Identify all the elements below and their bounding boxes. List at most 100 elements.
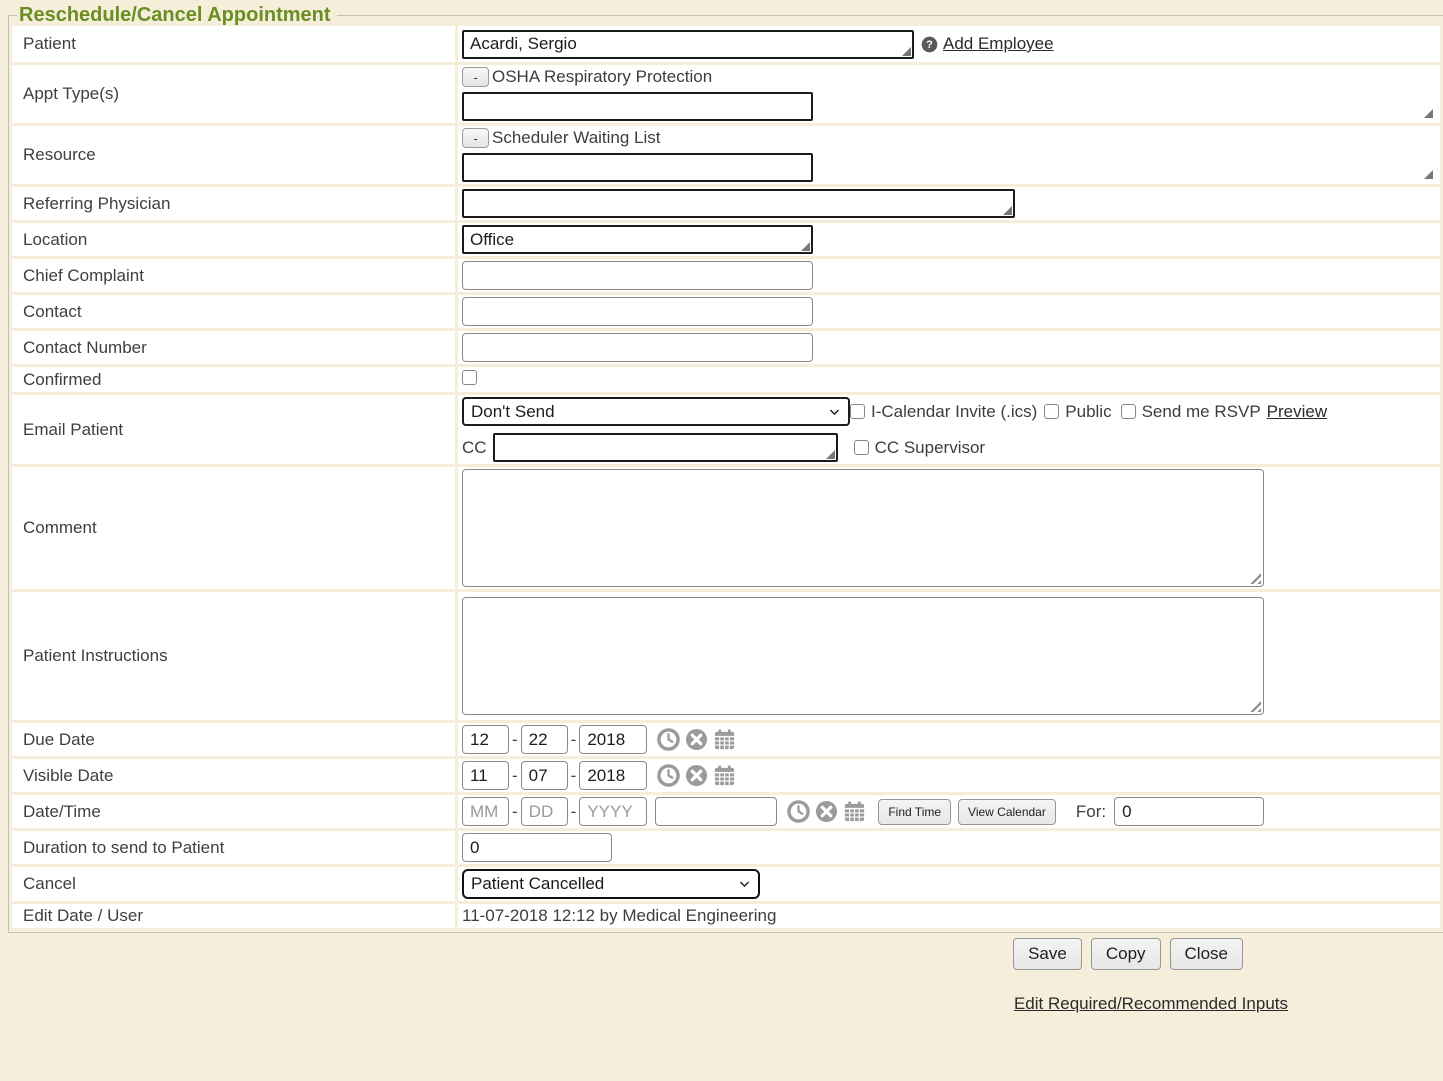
preview-link[interactable]: Preview [1267, 402, 1327, 422]
contact-number-label: Contact Number [12, 331, 455, 364]
footer-link-row: Edit Required/Recommended Inputs [0, 994, 1443, 1014]
date-separator: - [571, 766, 577, 786]
cancel-reason-select[interactable]: Patient Cancelled [462, 869, 760, 899]
comment-textarea-wrap [462, 469, 1264, 587]
form-row-referring-physician: Referring Physician [12, 187, 1440, 220]
date-time-month-input[interactable] [462, 797, 509, 826]
find-time-button[interactable]: Find Time [878, 799, 951, 825]
referring-physician-input[interactable] [462, 189, 1015, 218]
date-separator: - [512, 766, 518, 786]
duration-input[interactable] [462, 833, 612, 862]
edit-required-inputs-link[interactable]: Edit Required/Recommended Inputs [1014, 994, 1288, 1013]
add-employee-link[interactable]: Add Employee [943, 34, 1054, 54]
footer-button-bar: Save Copy Close [0, 938, 1443, 970]
date-time-day-input[interactable] [521, 797, 568, 826]
cancel-reason-selected: Patient Cancelled [471, 874, 604, 894]
chief-complaint-input[interactable] [462, 261, 813, 290]
form-row-edit-date-user: Edit Date / User 11-07-2018 12:12 by Med… [12, 904, 1440, 928]
close-button[interactable]: Close [1170, 938, 1243, 970]
clock-icon[interactable] [657, 728, 680, 751]
due-date-day-input[interactable] [521, 725, 568, 754]
cc-supervisor-label: CC Supervisor [875, 438, 986, 458]
clear-date-icon[interactable] [815, 800, 838, 823]
visible-date-month-input[interactable] [462, 761, 509, 790]
edit-date-user-value: 11-07-2018 12:12 by Medical Engineering [462, 906, 776, 925]
duration-label: Duration to send to Patient [12, 831, 455, 864]
form-row-comment: Comment [12, 467, 1440, 589]
location-input[interactable] [462, 225, 813, 254]
comment-textarea[interactable] [462, 469, 1264, 587]
date-separator: - [571, 730, 577, 750]
save-button[interactable]: Save [1013, 938, 1082, 970]
clear-date-icon[interactable] [685, 728, 708, 751]
contact-number-input[interactable] [462, 333, 813, 362]
public-label: Public [1065, 402, 1111, 422]
visible-date-day-input[interactable] [521, 761, 568, 790]
appt-type-selected: OSHA Respiratory Protection [492, 67, 712, 87]
send-me-rsvp-checkbox[interactable] [1121, 404, 1136, 419]
ical-invite-label: I-Calendar Invite (.ics) [871, 402, 1037, 422]
for-input[interactable] [1114, 797, 1264, 826]
calendar-icon[interactable] [843, 800, 866, 823]
confirmed-checkbox[interactable] [462, 370, 477, 385]
form-row-visible-date: Visible Date - - [12, 759, 1440, 792]
patient-instructions-textarea[interactable] [462, 597, 1264, 715]
calendar-icon[interactable] [713, 764, 736, 787]
patient-instructions-label: Patient Instructions [12, 592, 455, 720]
location-combo-wrap [462, 225, 813, 254]
form-row-contact-number: Contact Number [12, 331, 1440, 364]
referring-physician-combo-wrap [462, 189, 1015, 218]
appt-types-collapse-button[interactable]: - [462, 67, 489, 87]
appt-type-input[interactable] [462, 92, 813, 121]
cc-supervisor-checkbox[interactable] [854, 440, 869, 455]
clock-icon[interactable] [657, 764, 680, 787]
form-row-cancel: Cancel Patient Cancelled [12, 867, 1440, 901]
calendar-icon[interactable] [713, 728, 736, 751]
form-row-due-date: Due Date - - [12, 723, 1440, 756]
resource-input[interactable] [462, 153, 813, 182]
form-row-contact: Contact [12, 295, 1440, 328]
ical-invite-checkbox[interactable] [850, 404, 865, 419]
clock-icon[interactable] [787, 800, 810, 823]
email-send-select[interactable]: Don't Send [462, 397, 850, 426]
clear-date-icon[interactable] [685, 764, 708, 787]
cc-input[interactable] [493, 433, 838, 462]
patient-label: Patient [12, 26, 455, 62]
date-time-year-input[interactable] [579, 797, 647, 826]
resource-collapse-button[interactable]: - [462, 128, 489, 148]
appointment-form-table: Patient ? Add Employee Appt Type(s) - OS… [9, 23, 1443, 931]
cc-combo-wrap [493, 433, 838, 462]
form-row-duration: Duration to send to Patient [12, 831, 1440, 864]
date-separator: - [571, 802, 577, 822]
contact-input[interactable] [462, 297, 813, 326]
date-time-time-input[interactable] [655, 797, 777, 826]
date-separator: - [512, 802, 518, 822]
due-date-month-input[interactable] [462, 725, 509, 754]
svg-text:?: ? [926, 39, 933, 51]
appt-types-label: Appt Type(s) [12, 65, 455, 123]
view-calendar-button[interactable]: View Calendar [958, 799, 1056, 825]
help-icon[interactable]: ? [921, 36, 938, 53]
email-patient-label: Email Patient [12, 395, 455, 464]
form-row-location: Location [12, 223, 1440, 256]
cancel-label: Cancel [12, 867, 455, 901]
date-separator: - [512, 730, 518, 750]
public-checkbox[interactable] [1044, 404, 1059, 419]
visible-date-year-input[interactable] [579, 761, 647, 790]
cc-label: CC [462, 438, 487, 458]
chevron-down-icon [738, 878, 751, 891]
chevron-down-icon [828, 405, 841, 418]
patient-input[interactable] [462, 30, 914, 59]
due-date-label: Due Date [12, 723, 455, 756]
confirmed-label: Confirmed [12, 367, 455, 392]
reschedule-cancel-form: Reschedule/Cancel Appointment Patient ? … [8, 4, 1443, 933]
form-row-appt-types: Appt Type(s) - OSHA Respiratory Protecti… [12, 65, 1440, 123]
visible-date-label: Visible Date [12, 759, 455, 792]
appt-type-combo-wrap [462, 92, 1436, 121]
patient-combo-wrap [462, 30, 914, 59]
edit-date-user-label: Edit Date / User [12, 904, 455, 928]
resource-combo-wrap [462, 153, 1436, 182]
chief-complaint-label: Chief Complaint [12, 259, 455, 292]
copy-button[interactable]: Copy [1091, 938, 1161, 970]
due-date-year-input[interactable] [579, 725, 647, 754]
